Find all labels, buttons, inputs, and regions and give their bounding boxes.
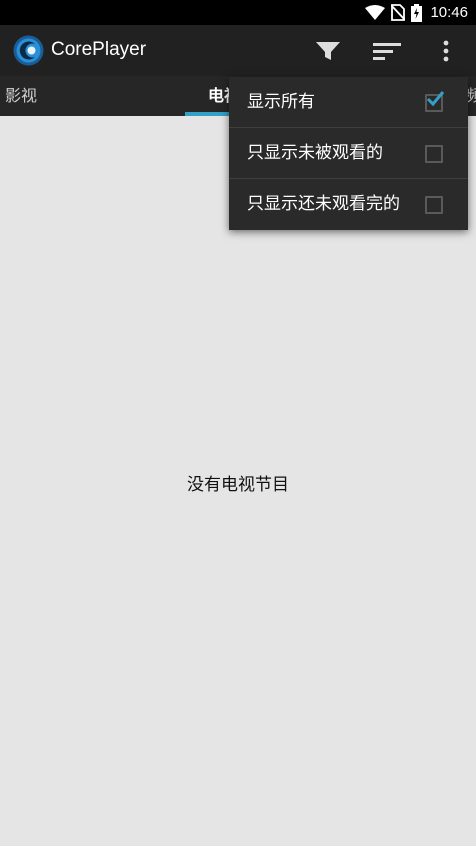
menu-item-unwatched[interactable]: 只显示未被观看的	[229, 128, 468, 179]
wifi-icon	[365, 4, 386, 20]
menu-item-unfinished[interactable]: 只显示还未观看完的	[229, 179, 468, 230]
app-title: CorePlayer	[51, 39, 147, 60]
coreplayer-logo-icon[interactable]	[13, 35, 44, 66]
action-bar: CorePlayer	[0, 25, 476, 76]
checkbox-unchecked[interactable]	[425, 196, 443, 214]
filter-button[interactable]	[306, 25, 350, 76]
menu-item-show-all[interactable]: 显示所有	[229, 77, 468, 128]
menu-item-label: 只显示还未观看完的	[247, 194, 400, 214]
overflow-menu-button[interactable]	[424, 25, 468, 76]
menu-item-label: 只显示未被观看的	[247, 143, 383, 163]
menu-item-label: 显示所有	[247, 92, 315, 112]
overflow-menu-icon	[443, 40, 449, 61]
no-sim-icon	[391, 4, 406, 21]
clock: 10:46	[430, 4, 468, 21]
filter-menu: 显示所有 只显示未被观看的 只显示还未观看完的	[229, 77, 468, 230]
empty-message: 没有电视节目	[187, 475, 289, 495]
sort-icon	[373, 42, 401, 60]
checkbox-unchecked[interactable]	[425, 145, 443, 163]
battery-charging-icon	[411, 3, 423, 22]
sort-button[interactable]	[365, 25, 409, 76]
checkmark-icon	[426, 91, 445, 107]
status-bar: 10:46	[0, 0, 476, 25]
filter-icon	[316, 41, 340, 60]
tab-movies[interactable]: 影视	[5, 76, 37, 116]
